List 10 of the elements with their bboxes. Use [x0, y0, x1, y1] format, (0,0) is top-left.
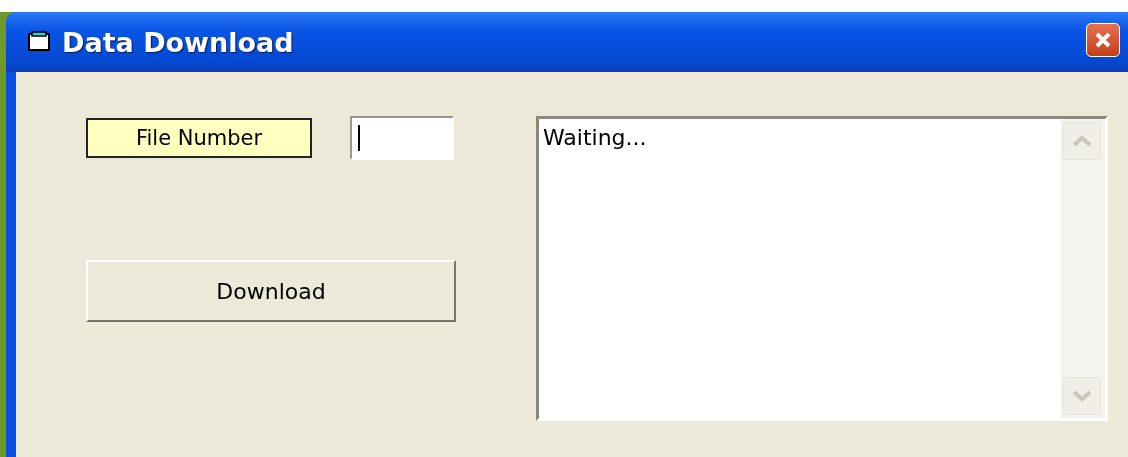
field-label: File Number — [86, 118, 312, 158]
download-button[interactable]: Download — [86, 260, 456, 322]
chevron-up-icon — [1072, 135, 1092, 147]
close-button[interactable] — [1086, 23, 1120, 57]
window-title: Data Download — [62, 26, 295, 58]
chevron-down-icon — [1072, 390, 1092, 402]
input-field[interactable] — [350, 116, 454, 160]
log-text: Waiting... — [542, 124, 648, 152]
window-icon — [28, 31, 52, 53]
close-icon — [1094, 31, 1112, 49]
